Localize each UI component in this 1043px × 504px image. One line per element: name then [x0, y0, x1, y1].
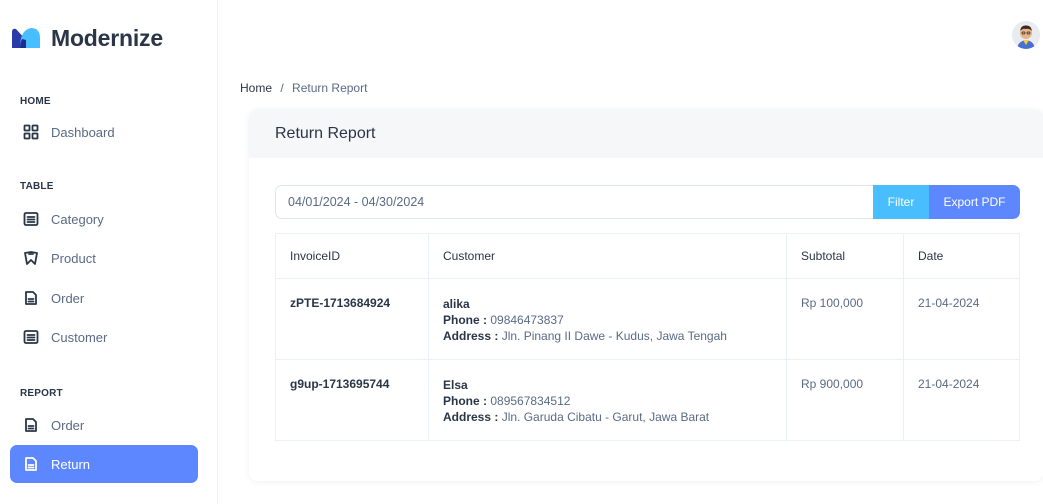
sidebar-item-label: Customer — [51, 329, 108, 345]
list-icon — [22, 210, 40, 228]
customer-cell: alika Phone : 09846473837 Address : Jln.… — [428, 278, 787, 360]
customer-address: Address : Jln. Garuda Cibatu - Garut, Ja… — [443, 409, 772, 425]
sidebar-item-label: Return — [51, 456, 91, 472]
column-header-invoice: InvoiceID — [275, 233, 429, 279]
sidebar-item-category[interactable]: Category — [10, 200, 198, 238]
sidebar-item-label: Category — [51, 211, 104, 227]
breadcrumb: Home / Return Report — [240, 81, 367, 95]
customer-name: alika — [443, 297, 470, 311]
customer-phone: Phone : 089567834512 — [443, 393, 772, 409]
filter-bar: Filter Export PDF — [275, 185, 1020, 219]
filter-button[interactable]: Filter — [873, 185, 929, 219]
date-cell: 21-04-2024 — [903, 359, 1020, 441]
file-icon — [22, 289, 40, 307]
report-table: InvoiceID Customer Subtotal Date zPTE-17… — [275, 233, 1020, 441]
section-title-report: REPORT — [20, 388, 63, 399]
address-value: Jln. Garuda Cibatu - Garut, Jawa Barat — [501, 410, 710, 424]
modernize-logo-icon — [12, 28, 40, 48]
phone-label: Phone : — [443, 394, 487, 408]
page-title: Return Report — [275, 124, 376, 142]
sidebar-item-customer[interactable]: Customer — [10, 318, 198, 356]
customer-cell: Elsa Phone : 089567834512 Address : Jln.… — [428, 359, 787, 441]
brand-name: Modernize — [51, 24, 163, 51]
card-header: Return Report — [249, 109, 1043, 158]
file-icon — [22, 416, 40, 434]
phone-value: 089567834512 — [490, 394, 571, 408]
customer-name: Elsa — [443, 378, 468, 392]
dashboard-icon — [22, 123, 40, 141]
column-header-date: Date — [903, 233, 1020, 279]
export-pdf-button[interactable]: Export PDF — [929, 185, 1020, 219]
sidebar-item-label: Order — [51, 417, 85, 433]
date-range-input[interactable] — [275, 185, 873, 219]
file-icon — [22, 455, 40, 473]
sidebar-item-dashboard[interactable]: Dashboard — [10, 113, 198, 151]
table-row: g9up-1713695744 Elsa Phone : 08956783451… — [275, 359, 1020, 441]
breadcrumb-current: Return Report — [292, 81, 368, 95]
avatar[interactable] — [1012, 21, 1040, 49]
sidebar-item-product[interactable]: Product — [10, 239, 198, 277]
column-header-customer: Customer — [428, 233, 787, 279]
sidebar-item-order[interactable]: Order — [10, 279, 198, 317]
column-header-subtotal: Subtotal — [786, 233, 904, 279]
invoice-id-cell: zPTE-1713684924 — [275, 278, 429, 360]
address-value: Jln. Pinang II Dawe - Kudus, Jawa Tengah — [501, 329, 727, 343]
sidebar-item-report-order[interactable]: Order — [10, 406, 198, 444]
section-title-home: HOME — [20, 96, 51, 107]
phone-label: Phone : — [443, 313, 487, 327]
user-avatar-icon — [1012, 21, 1040, 49]
customer-phone: Phone : 09846473837 — [443, 312, 772, 328]
product-icon — [22, 249, 40, 267]
subtotal-cell: Rp 100,000 — [786, 278, 904, 360]
date-cell: 21-04-2024 — [903, 278, 1020, 360]
breadcrumb-home-link[interactable]: Home — [240, 81, 272, 95]
section-title-table: TABLE — [20, 181, 54, 192]
table-row: zPTE-1713684924 alika Phone : 0984647383… — [275, 278, 1020, 360]
invoice-id-cell: g9up-1713695744 — [275, 359, 429, 441]
sidebar-item-label: Product — [51, 250, 96, 266]
sidebar: Modernize HOME Dashboard TABLE Category … — [0, 0, 218, 504]
phone-value: 09846473837 — [490, 313, 564, 327]
brand-logo[interactable]: Modernize — [10, 24, 163, 52]
return-report-card: Return Report Filter Export PDF InvoiceI… — [249, 109, 1043, 481]
subtotal-cell: Rp 900,000 — [786, 359, 904, 441]
address-label: Address : — [443, 329, 499, 343]
customer-address: Address : Jln. Pinang II Dawe - Kudus, J… — [443, 328, 772, 344]
sidebar-item-label: Order — [51, 290, 85, 306]
sidebar-item-return[interactable]: Return — [10, 445, 198, 483]
breadcrumb-separator: / — [280, 81, 284, 95]
address-label: Address : — [443, 410, 499, 424]
list-icon — [22, 328, 40, 346]
sidebar-item-label: Dashboard — [51, 124, 115, 140]
report-table-wrapper: InvoiceID Customer Subtotal Date zPTE-17… — [275, 233, 1020, 441]
table-header-row: InvoiceID Customer Subtotal Date — [275, 233, 1020, 279]
